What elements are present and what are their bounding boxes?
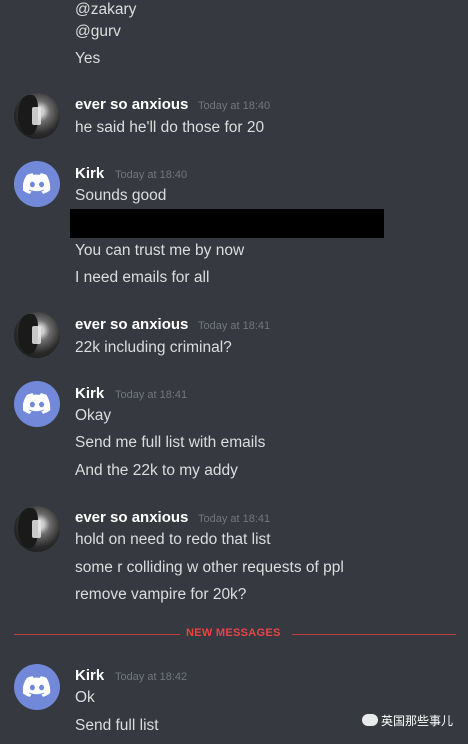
message-line: Okay — [75, 407, 112, 424]
message-line: Ok — [75, 689, 95, 706]
redaction-bar — [70, 209, 384, 238]
message-timestamp: Today at 18:41 — [198, 513, 271, 525]
discord-logo-icon — [23, 393, 51, 414]
message-line: I need emails for all — [75, 269, 210, 286]
message-line: he said he'll do those for 20 — [75, 119, 265, 136]
watermark-text: 英国那些事儿 — [381, 714, 454, 728]
username[interactable]: Kirk — [75, 667, 104, 684]
new-messages-divider-line — [14, 634, 180, 635]
user-avatar[interactable] — [14, 312, 60, 358]
chat-messages: @zakary @gurv Yes ever so anxious Today … — [0, 0, 468, 744]
new-messages-divider: NEW MESSAGES — [186, 627, 281, 639]
watermark: 英国那些事儿 — [362, 712, 453, 729]
message-line: Sounds good — [75, 187, 167, 204]
message-line: Send me full list with emails — [75, 434, 266, 451]
username[interactable]: Kirk — [75, 385, 104, 402]
username[interactable]: ever so anxious — [75, 509, 188, 526]
message-timestamp: Today at 18:42 — [115, 671, 188, 683]
user-avatar[interactable] — [14, 93, 60, 139]
message-timestamp: Today at 18:40 — [115, 169, 188, 181]
user-avatar[interactable] — [14, 381, 60, 427]
message-timestamp: Today at 18:41 — [115, 389, 188, 401]
message-line: hold on need to redo that list — [75, 531, 271, 548]
new-messages-divider-line — [292, 634, 456, 635]
message-line: @gurv — [75, 23, 121, 40]
discord-logo-icon — [23, 173, 51, 194]
message-line: Send full list — [75, 717, 159, 734]
username[interactable]: ever so anxious — [75, 316, 188, 333]
message-line: some r colliding w other requests of ppl — [75, 559, 344, 576]
message-timestamp: Today at 18:40 — [198, 100, 271, 112]
user-avatar[interactable] — [14, 161, 60, 207]
message-timestamp: Today at 18:41 — [198, 320, 271, 332]
user-avatar[interactable] — [14, 506, 60, 552]
username[interactable]: Kirk — [75, 165, 104, 182]
message-line: 22k including criminal? — [75, 339, 232, 356]
message-line: Yes — [75, 50, 101, 67]
wechat-icon — [362, 714, 378, 726]
message-line: And the 22k to my addy — [75, 462, 238, 479]
message-line: remove vampire for 20k? — [75, 586, 247, 603]
username[interactable]: ever so anxious — [75, 96, 188, 113]
user-avatar[interactable] — [14, 664, 60, 710]
message-line: You can trust me by now — [75, 242, 245, 259]
message-line: @zakary — [75, 1, 137, 18]
discord-logo-icon — [23, 676, 51, 697]
